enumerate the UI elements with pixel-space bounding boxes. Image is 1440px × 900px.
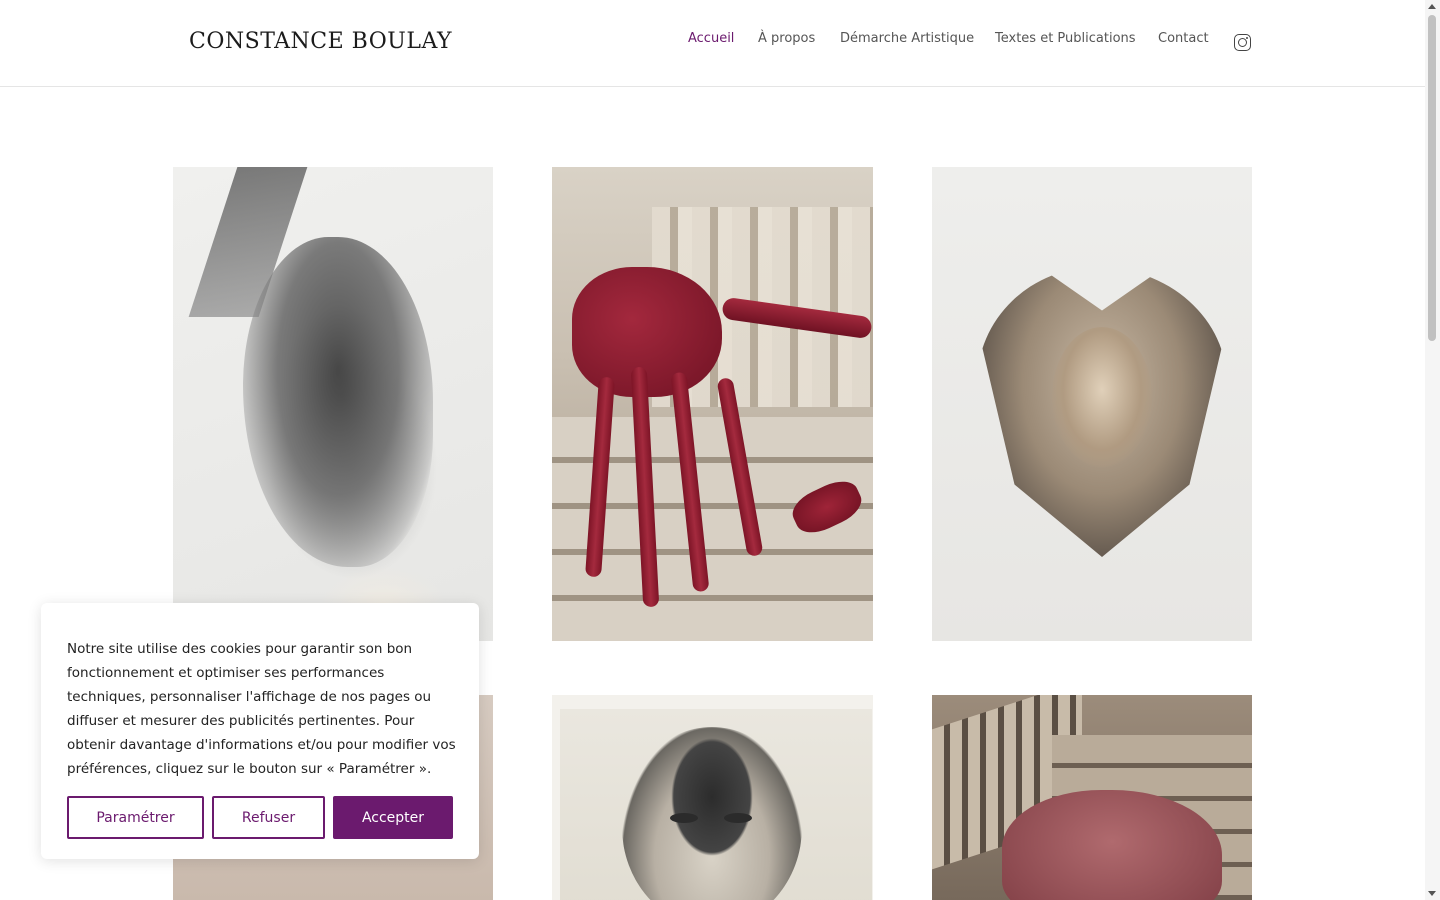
page-scrollbar[interactable] bbox=[1425, 0, 1440, 900]
scroll-up-arrow-icon[interactable] bbox=[1428, 4, 1436, 9]
nav-item-demarche-artistique[interactable]: Démarche Artistique bbox=[840, 31, 974, 46]
cookie-text: Notre site utilise des cookies pour gara… bbox=[67, 641, 456, 777]
artwork-shape bbox=[670, 813, 698, 823]
site-logo[interactable]: CONSTANCE BOULAY bbox=[189, 29, 452, 54]
cookie-banner: Notre site utilise des cookies pour gara… bbox=[41, 603, 479, 859]
artwork-man-portrait[interactable] bbox=[552, 695, 873, 900]
nav-item-contact[interactable]: Contact bbox=[1158, 31, 1209, 46]
artwork-petal-portrait[interactable] bbox=[932, 167, 1252, 641]
artwork-shape bbox=[1052, 327, 1152, 467]
artwork-red-figure-stairs[interactable] bbox=[552, 167, 873, 641]
cookie-refuse-button[interactable]: Refuser bbox=[212, 796, 325, 839]
nav-item-accueil[interactable]: Accueil bbox=[688, 31, 734, 46]
scroll-down-arrow-icon[interactable] bbox=[1428, 891, 1436, 896]
instagram-icon[interactable] bbox=[1234, 34, 1251, 51]
artwork-grey-veil[interactable] bbox=[173, 167, 493, 641]
site-header: CONSTANCE BOULAY Accueil À propos Démarc… bbox=[0, 0, 1425, 87]
nav-item-textes-publications[interactable]: Textes et Publications bbox=[995, 31, 1136, 46]
nav-item-a-propos[interactable]: À propos bbox=[758, 31, 815, 46]
cookie-settings-button[interactable]: Paramétrer bbox=[67, 796, 204, 839]
scroll-thumb[interactable] bbox=[1428, 15, 1436, 341]
artwork-shape bbox=[243, 237, 433, 567]
artwork-figure-staircase[interactable] bbox=[932, 695, 1252, 900]
cookie-accept-button[interactable]: Accepter bbox=[333, 796, 453, 839]
artwork-shape bbox=[724, 813, 752, 823]
